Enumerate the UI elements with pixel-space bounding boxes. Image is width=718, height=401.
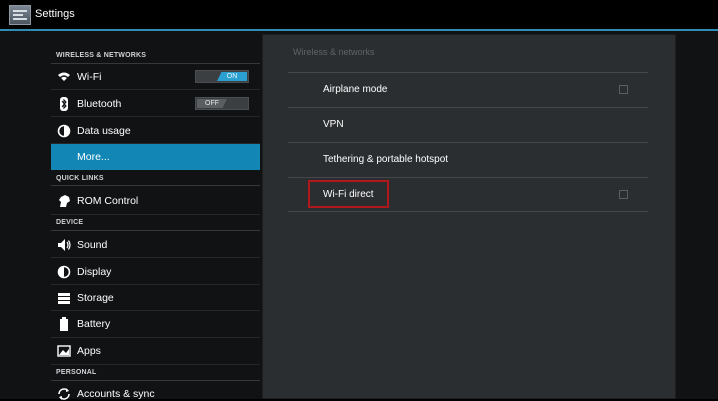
sidebar-item-rom-control[interactable]: ROM Control [51,187,260,215]
toggle-state: OFF [197,99,227,108]
divider [288,211,648,212]
toggle-state: ON [217,72,247,81]
apps-icon [57,344,71,358]
sidebar-item-bluetooth[interactable]: Bluetooth OFF [51,90,260,117]
sidebar-item-sound[interactable]: Sound [51,232,260,258]
sidebar-item-wifi[interactable]: Wi-Fi ON [51,65,260,90]
detail-section-header: Wireless & networks [293,47,375,57]
bluetooth-icon [57,97,71,111]
sidebar-item-label: Wi-Fi [77,71,102,83]
airplane-mode-label[interactable]: Airplane mode [323,84,387,95]
vpn-label[interactable]: VPN [323,119,344,130]
app-title: Settings [35,8,75,20]
section-header-personal: PERSONAL [51,366,260,381]
section-header-wireless: WIRELESS & NETWORKS [51,49,260,64]
sidebar-item-label: Battery [77,318,111,330]
sidebar-item-data-usage[interactable]: Data usage [51,117,260,144]
storage-icon [57,291,71,305]
divider [288,107,648,108]
battery-icon [57,317,71,331]
settings-app-icon[interactable] [9,5,31,25]
wifi-toggle[interactable]: ON [195,70,249,83]
sidebar-item-label: Sound [77,239,108,251]
sidebar-item-label: Storage [77,292,114,304]
wifi-direct-label[interactable]: Wi-Fi direct [323,189,374,200]
section-header-quick-links: QUICK LINKS [51,172,260,186]
sidebar-item-battery[interactable]: Battery [51,311,260,338]
wifi-direct-checkbox[interactable] [619,190,628,199]
sidebar-item-apps[interactable]: Apps [51,338,260,365]
section-header-device: DEVICE [51,216,260,231]
airplane-mode-checkbox[interactable] [619,85,628,94]
sidebar-item-display[interactable]: Display [51,258,260,285]
tethering-label[interactable]: Tethering & portable hotspot [323,154,448,165]
wifi-icon [57,70,71,84]
sidebar-item-accounts-sync[interactable]: Accounts & sync [51,382,260,400]
sidebar-item-label: Bluetooth [77,98,122,110]
sound-icon [57,238,71,252]
sidebar-item-label: Accounts & sync [77,388,155,400]
sidebar-item-label: ROM Control [77,195,139,207]
display-icon [57,265,71,279]
sidebar-item-more[interactable]: More... [51,144,260,170]
data-usage-icon [57,124,71,138]
bluetooth-toggle[interactable]: OFF [195,97,249,110]
divider [288,72,648,73]
sidebar-item-storage[interactable]: Storage [51,285,260,311]
divider [288,177,648,178]
sidebar-item-label: Display [77,266,112,278]
divider [288,142,648,143]
rom-control-icon [57,194,71,208]
sidebar-item-label: Apps [77,345,101,357]
sidebar-item-label: Data usage [77,125,131,137]
sidebar-item-label: More... [77,151,110,163]
action-bar: Settings [0,0,718,31]
